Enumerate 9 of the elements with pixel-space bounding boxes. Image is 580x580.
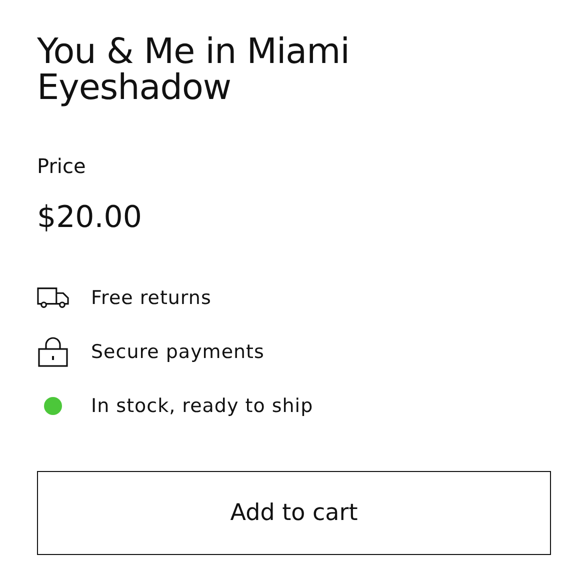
price: $20.00 <box>37 200 143 235</box>
feature-label: In stock, ready to ship <box>91 395 314 417</box>
lock-icon <box>38 337 68 367</box>
truck-icon <box>37 287 69 309</box>
feature-label: Free returns <box>91 287 212 309</box>
add-to-cart-button[interactable]: Add to cart <box>37 471 551 555</box>
price-label: Price <box>37 154 87 178</box>
product-title: You & Me in Miami Eyeshadow <box>37 34 350 106</box>
feature-label: Secure payments <box>91 341 264 363</box>
